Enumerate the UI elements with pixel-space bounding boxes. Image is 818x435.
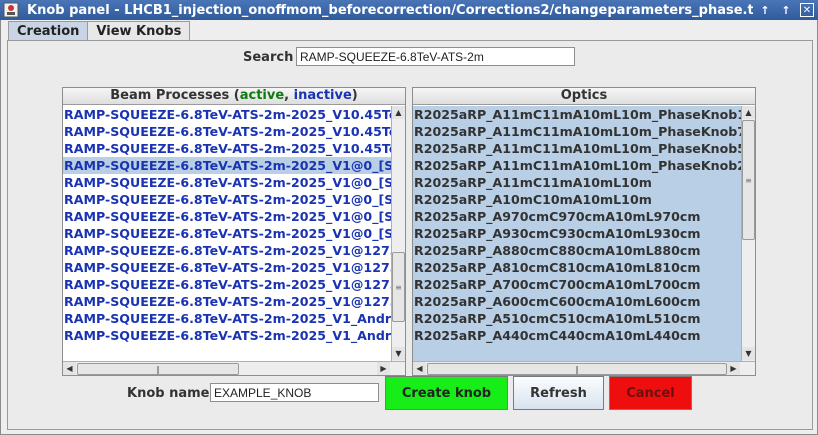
list-item[interactable]: RAMP-SQUEEZE-6.8TeV-ATS-2m-2025_V10.45Te… — [63, 123, 391, 140]
scroll-right-arrow-icon[interactable]: ▶ — [727, 362, 740, 375]
window-title: Knob panel - LHCB1_injection_onoffmom_be… — [27, 2, 753, 18]
scroll-left-arrow-icon[interactable]: ◀ — [413, 362, 426, 375]
beam-processes-vscrollbar[interactable]: ▲ ≡ ▼ — [391, 106, 405, 361]
list-item[interactable]: R2025aRP_A440cmC440cmA10mL440cm — [413, 327, 741, 344]
maximize-icon[interactable]: ↑ — [777, 2, 795, 18]
app-icon — [3, 2, 19, 18]
list-item[interactable]: RAMP-SQUEEZE-6.8TeV-ATS-2m-2025_V1@1275_ — [63, 293, 391, 310]
scroll-thumb[interactable]: ‖ — [77, 363, 239, 375]
cancel-button[interactable]: Cancel — [609, 376, 692, 410]
list-item[interactable]: R2025aRP_A11mC11mA10mL10m_PhaseKnob250 — [413, 157, 741, 174]
tab-creation[interactable]: Creation — [8, 21, 89, 41]
optics-vscrollbar[interactable]: ▲ ≡ ▼ — [741, 106, 755, 361]
list-item[interactable]: RAMP-SQUEEZE-6.8TeV-ATS-2m-2025_V1@0_[ST… — [63, 191, 391, 208]
optics-hscrollbar[interactable]: ◀ ‖ ▶ — [413, 361, 755, 375]
list-item[interactable]: RAMP-SQUEEZE-6.8TeV-ATS-2m-2025_V1@0_[ST… — [63, 174, 391, 191]
search-input[interactable] — [296, 47, 575, 66]
list-item[interactable]: R2025aRP_A810cmC810cmA10mL810cm — [413, 259, 741, 276]
scroll-up-arrow-icon[interactable]: ▲ — [392, 106, 405, 119]
list-item[interactable]: R2025aRP_A11mC11mA10mL10m_PhaseKnob750 — [413, 123, 741, 140]
scroll-up-icon[interactable]: ↑ — [756, 2, 774, 18]
knob-panel-window: Creation View Knobs Search Beam Processe… — [0, 20, 818, 435]
scroll-right-arrow-icon[interactable]: ▶ — [377, 362, 390, 375]
knob-name-label: Knob name — [127, 386, 210, 401]
scroll-left-arrow-icon[interactable]: ◀ — [63, 362, 76, 375]
list-item[interactable]: R2025aRP_A700cmC700cmA10mL700cm — [413, 276, 741, 293]
list-item[interactable]: RAMP-SQUEEZE-6.8TeV-ATS-2m-2025_V1@0_[ST… — [63, 208, 391, 225]
list-item[interactable]: R2025aRP_A880cmC880cmA10mL880cm — [413, 242, 741, 259]
optics-header[interactable]: Optics — [413, 88, 755, 105]
list-item[interactable]: R2025aRP_A970cmC970cmA10mL970cm — [413, 208, 741, 225]
list-item[interactable]: RAMP-SQUEEZE-6.8TeV-ATS-2m-2025_V1@0_[ST… — [63, 225, 391, 242]
refresh-button[interactable]: Refresh — [513, 376, 604, 410]
beam-processes-header[interactable]: Beam Processes (active, inactive) — [63, 88, 405, 105]
list-item[interactable]: RAMP-SQUEEZE-6.8TeV-ATS-2m-2025_V10.45Te… — [63, 140, 391, 157]
scroll-thumb[interactable]: ≡ — [392, 252, 405, 322]
scroll-thumb[interactable]: ‖ — [427, 363, 727, 375]
close-icon[interactable]: ✕ — [800, 3, 814, 17]
list-item[interactable]: R2025aRP_A930cmC930cmA10mL930cm — [413, 225, 741, 242]
list-item[interactable]: RAMP-SQUEEZE-6.8TeV-ATS-2m-2025_V1@1275_ — [63, 259, 391, 276]
list-item[interactable]: R2025aRP_A10mC10mA10mL10m — [413, 191, 741, 208]
list-item[interactable]: RAMP-SQUEEZE-6.8TeV-ATS-2m-2025_V1@1275_ — [63, 242, 391, 259]
search-label: Search — [243, 50, 294, 65]
list-item[interactable]: RAMP-SQUEEZE-6.8TeV-ATS-2m-2025_V1@0_[ST… — [63, 157, 391, 174]
list-item[interactable]: R2025aRP_A11mC11mA10mL10m_PhaseKnob500 — [413, 140, 741, 157]
scroll-down-arrow-icon[interactable]: ▼ — [742, 347, 755, 360]
list-item[interactable]: R2025aRP_A11mC11mA10mL10m_PhaseKnob100 — [413, 106, 741, 123]
inactive-label: inactive — [293, 88, 352, 103]
create-knob-button[interactable]: Create knob — [385, 376, 508, 410]
list-item[interactable]: RAMP-SQUEEZE-6.8TeV-ATS-2m-2025_V1_Andre… — [63, 310, 391, 327]
list-item[interactable]: RAMP-SQUEEZE-6.8TeV-ATS-2m-2025_V1_Andre… — [63, 327, 391, 344]
active-label: active — [239, 88, 285, 103]
knob-name-input[interactable] — [210, 383, 379, 402]
optics-list: Optics R2025aRP_A11mC11mA10mL10m_PhaseKn… — [412, 87, 756, 376]
beam-processes-hscrollbar[interactable]: ◀ ‖ ▶ — [63, 361, 405, 375]
list-item[interactable]: R2025aRP_A11mC11mA10mL10m — [413, 174, 741, 191]
scroll-thumb[interactable]: ≡ — [742, 120, 755, 240]
scroll-down-arrow-icon[interactable]: ▼ — [392, 347, 405, 360]
tab-bar: Creation View Knobs — [8, 21, 191, 41]
list-item[interactable]: R2025aRP_A510cmC510cmA10mL510cm — [413, 310, 741, 327]
list-item[interactable]: RAMP-SQUEEZE-6.8TeV-ATS-2m-2025_V1@1275_ — [63, 276, 391, 293]
list-item[interactable]: R2025aRP_A600cmC600cmA10mL600cm — [413, 293, 741, 310]
list-item[interactable]: RAMP-SQUEEZE-6.8TeV-ATS-2m-2025_V10.45Te… — [63, 106, 391, 123]
tab-view-knobs[interactable]: View Knobs — [87, 21, 191, 41]
beam-processes-list: Beam Processes (active, inactive) RAMP-S… — [62, 87, 406, 376]
scroll-up-arrow-icon[interactable]: ▲ — [742, 106, 755, 119]
title-bar[interactable]: Knob panel - LHCB1_injection_onoffmom_be… — [0, 0, 818, 20]
